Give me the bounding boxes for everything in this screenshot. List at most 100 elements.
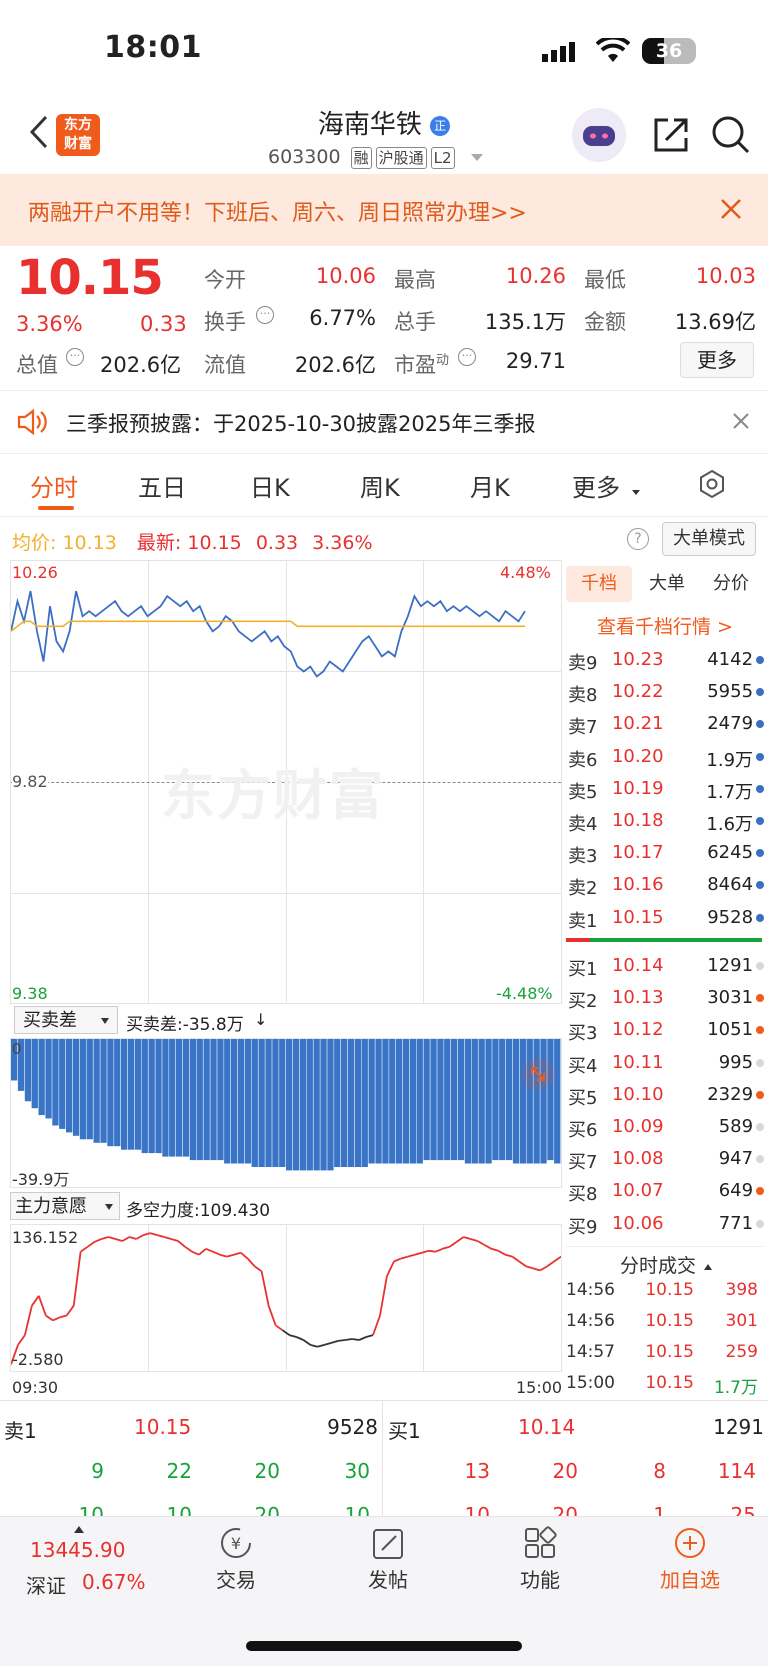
caret-down-icon[interactable] xyxy=(470,154,483,161)
asks-row[interactable]: 卖8 10.22 5955 xyxy=(568,681,764,707)
banner-close-icon[interactable] xyxy=(720,198,742,224)
main-force-segment xyxy=(497,1250,506,1256)
queue-order: 25 xyxy=(730,1503,756,1517)
tab-weekly-k[interactable]: 周K xyxy=(360,468,400,503)
index-ticker[interactable]: 13445.90 深证 0.67% xyxy=(16,1526,172,1598)
asks-dot xyxy=(756,656,764,664)
bids-row[interactable]: 买9 10.06 771 xyxy=(568,1213,764,1239)
tab-monthly-k[interactable]: 月K xyxy=(470,468,510,503)
notice-close-icon[interactable] xyxy=(732,412,750,434)
queue-order: 8 xyxy=(653,1459,666,1483)
main-force-selector[interactable]: 主力意愿 xyxy=(10,1192,120,1220)
view-depth-link[interactable]: 查看千档行情 > xyxy=(566,612,764,639)
expand-icon[interactable] xyxy=(522,1058,554,1090)
share-icon[interactable] xyxy=(650,114,690,158)
bid-ask-bar xyxy=(375,1039,382,1164)
bid-ask-chart[interactable] xyxy=(10,1038,562,1188)
amount-value: 13.69亿 xyxy=(674,310,756,334)
info-icon[interactable]: ··· xyxy=(66,348,84,366)
bids-row[interactable]: 买8 10.07 649 xyxy=(568,1180,764,1206)
queue-order: 114 xyxy=(717,1459,756,1483)
tab-five-day[interactable]: 五日 xyxy=(138,468,186,503)
main-force-segment xyxy=(205,1247,214,1253)
tab-full-depth[interactable]: 千档 xyxy=(566,566,632,602)
main-force-segment xyxy=(289,1334,297,1338)
asks-row[interactable]: 卖3 10.17 6245 xyxy=(568,842,764,868)
main-force-segment xyxy=(546,1260,555,1268)
bids-row[interactable]: 买4 10.11 995 xyxy=(568,1052,764,1078)
bid-ask-bar xyxy=(72,1039,80,1136)
asks-row[interactable]: 卖4 10.18 1.6万 xyxy=(568,810,764,836)
asks-volume: 1.6万 xyxy=(706,814,754,835)
bid-ask-selector[interactable]: 买卖差 xyxy=(14,1006,118,1034)
caret-down-icon xyxy=(105,1204,113,1210)
nav-post[interactable]: 发帖 xyxy=(358,1526,418,1596)
nav-trade[interactable]: ¥ 交易 xyxy=(206,1526,266,1596)
bids-price: 10.09 xyxy=(611,1116,664,1137)
main-force-segment xyxy=(281,1329,291,1336)
main-force-segment xyxy=(338,1339,346,1342)
info-icon[interactable]: ··· xyxy=(458,348,476,366)
robot-avatar-icon[interactable] xyxy=(572,108,626,162)
bids-row[interactable]: 买6 10.09 589 xyxy=(568,1116,764,1142)
stock-code-row[interactable]: 603300 融沪股通 L2 xyxy=(268,146,483,169)
asks-row[interactable]: 卖6 10.20 1.9万 xyxy=(568,746,764,772)
bid-ask-bar xyxy=(499,1039,506,1161)
notice-text[interactable]: 三季报预披露：于2025-10-30披露2025年三季报 xyxy=(66,408,535,438)
main-force-segment xyxy=(463,1236,471,1240)
main-force-segment xyxy=(317,1344,325,1348)
asks-row[interactable]: 卖1 10.15 9528 xyxy=(568,907,764,933)
promo-banner-text[interactable]: 两融开户不用等！下班后、周六、周日照常办理>> xyxy=(28,195,527,227)
search-icon[interactable] xyxy=(710,114,750,160)
tab-daily-k[interactable]: 日K xyxy=(250,468,290,503)
tab-price-dist[interactable]: 分价 xyxy=(700,566,762,602)
bids-row[interactable]: 买1 10.14 1291 xyxy=(568,955,764,981)
main-force-segment xyxy=(191,1250,200,1256)
float-label: 流值 xyxy=(204,353,246,377)
bid-ask-bar xyxy=(272,1039,279,1167)
asks-price: 10.20 xyxy=(611,745,664,767)
bids-row[interactable]: 买7 10.08 947 xyxy=(568,1148,764,1174)
asks-row[interactable]: 卖2 10.16 8464 xyxy=(568,874,764,900)
ticks-header[interactable]: 分时成交 xyxy=(566,1246,764,1279)
asks-row[interactable]: 卖9 10.23 4142 xyxy=(568,649,764,675)
ticks-title: 分时成交 xyxy=(620,1255,697,1277)
bids-row[interactable]: 买2 10.13 3031 xyxy=(568,987,764,1013)
tag-connect: 沪股通 xyxy=(375,147,427,169)
main-force-segment xyxy=(156,1234,165,1238)
bid-ask-bar xyxy=(485,1039,492,1164)
avg-value: 10.13 xyxy=(62,532,117,554)
help-icon[interactable]: ? xyxy=(627,528,649,550)
bid-ask-bar xyxy=(464,1039,472,1164)
nav-add-watch[interactable]: 加自选 xyxy=(650,1526,730,1596)
intraday-chart[interactable]: 东方财富 xyxy=(10,560,562,1004)
asks-price: 10.18 xyxy=(611,810,664,831)
bids-volume: 771 xyxy=(718,1212,754,1234)
main-force-segment xyxy=(407,1253,416,1258)
asks-label: 卖9 xyxy=(568,653,598,674)
asks-volume: 8464 xyxy=(707,874,754,896)
bid-ask-bar xyxy=(121,1039,128,1150)
settings-icon[interactable] xyxy=(696,468,728,504)
asks-volume: 1.7万 xyxy=(706,781,754,803)
speaker-icon xyxy=(16,408,48,440)
tab-intraday[interactable]: 分时 xyxy=(30,468,78,503)
info-icon[interactable]: ··· xyxy=(256,306,274,324)
bid-ask-bar xyxy=(176,1039,183,1157)
bid-ask-bar xyxy=(341,1039,348,1167)
bids-row[interactable]: 买5 10.10 2329 xyxy=(568,1084,764,1110)
asks-row[interactable]: 卖7 10.21 2479 xyxy=(568,713,764,739)
main-force-chart[interactable] xyxy=(10,1224,562,1372)
nav-functions[interactable]: 功能 xyxy=(510,1526,570,1596)
queue-order: 20 xyxy=(254,1459,280,1483)
big-order-mode-button[interactable]: 大单模式 xyxy=(662,522,756,556)
tab-more[interactable]: 更多 xyxy=(572,468,620,503)
more-button[interactable]: 更多 xyxy=(680,342,754,378)
bids-label: 买1 xyxy=(568,959,598,980)
bids-row[interactable]: 买3 10.12 1051 xyxy=(568,1019,764,1045)
bids-dot xyxy=(756,962,764,970)
asks-price: 10.19 xyxy=(611,777,664,799)
add-watch-label: 加自选 xyxy=(660,1568,720,1592)
tab-big-order[interactable]: 大单 xyxy=(636,566,698,602)
asks-row[interactable]: 卖5 10.19 1.7万 xyxy=(568,778,764,804)
